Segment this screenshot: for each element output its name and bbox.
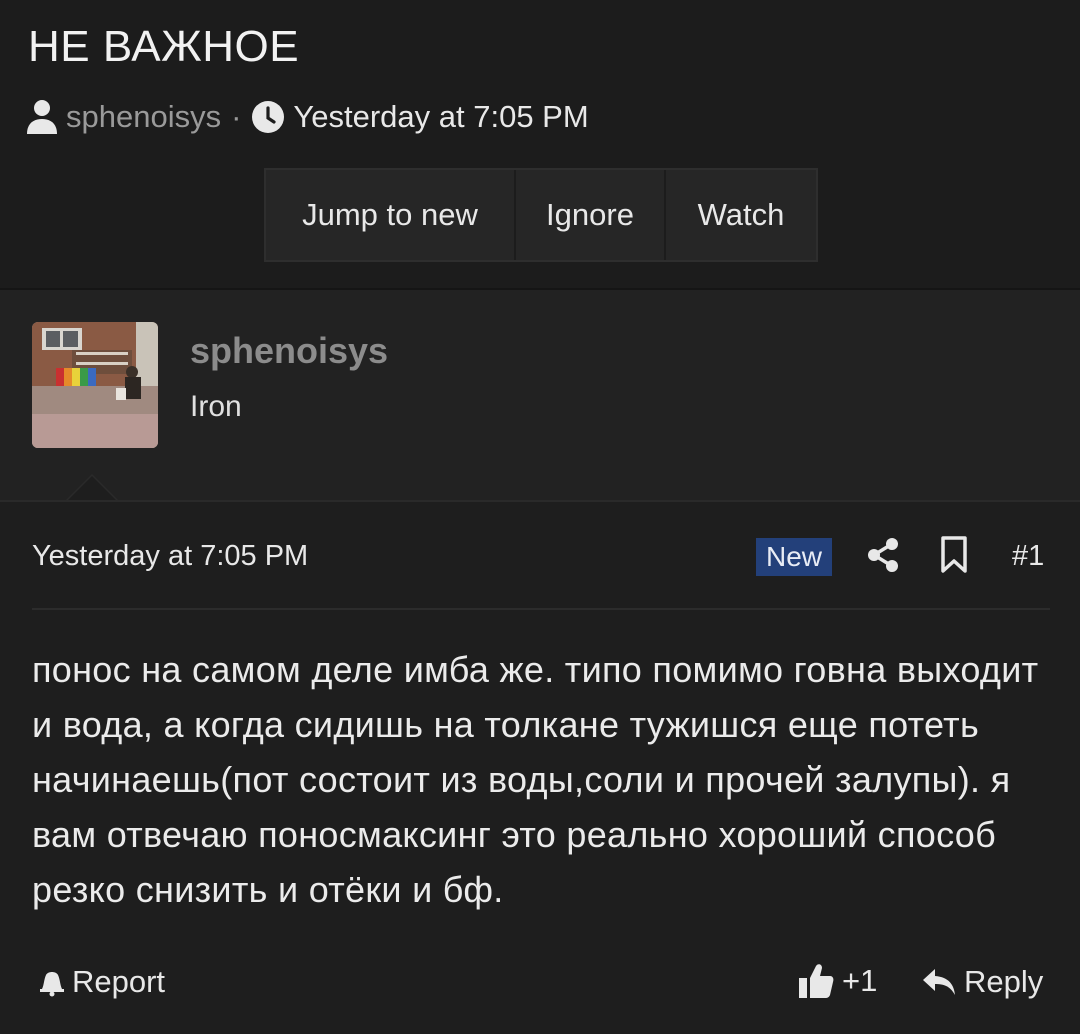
- post-author-block: sphenoisys Iron: [0, 290, 1080, 502]
- like-button[interactable]: +1: [798, 962, 877, 1000]
- share-icon[interactable]: [866, 536, 900, 574]
- thumbs-up-icon: [799, 964, 834, 998]
- bookmark-icon[interactable]: [940, 536, 968, 574]
- reply-label: Reply: [964, 964, 1044, 999]
- report-label: Report: [72, 964, 166, 999]
- thread-author-link[interactable]: sphenoisys: [66, 99, 221, 135]
- user-icon: [27, 100, 57, 134]
- watch-button[interactable]: Watch: [666, 170, 816, 260]
- report-button[interactable]: Report: [38, 964, 165, 1000]
- post-number-link[interactable]: #1: [1012, 540, 1044, 573]
- new-badge: New: [756, 538, 833, 576]
- thread-page: НЕ ВАЖНОЕ sphenoisys · Yesterday at 7:05…: [0, 0, 1080, 1034]
- message-arrow: [64, 474, 120, 502]
- meta-separator: ·: [231, 99, 242, 134]
- ignore-button[interactable]: Ignore: [516, 170, 666, 260]
- like-count: +1: [842, 963, 878, 998]
- reply-button[interactable]: Reply: [922, 964, 1043, 1000]
- thread-action-buttons: Jump to new Ignore Watch: [264, 168, 818, 262]
- warning-icon: [40, 972, 64, 997]
- post-date-link[interactable]: Yesterday at 7:05 PM: [32, 540, 308, 573]
- avatar[interactable]: [32, 322, 158, 448]
- post-body: понос на самом деле имба же. типо помимо…: [32, 649, 1039, 910]
- post-author-name[interactable]: sphenoisys: [190, 330, 388, 372]
- post-author-title: Iron: [190, 390, 242, 423]
- clock-icon: [252, 101, 285, 133]
- thread-meta: sphenoisys · Yesterday at 7:05 PM: [26, 96, 589, 138]
- thread-title: НЕ ВАЖНОЕ: [28, 22, 300, 71]
- thread-date-link[interactable]: Yesterday at 7:05 PM: [293, 99, 588, 135]
- thread-header: НЕ ВАЖНОЕ sphenoisys · Yesterday at 7:05…: [0, 0, 1080, 290]
- post-footer: Report +1 Reply: [0, 958, 1080, 1018]
- reply-icon: [923, 969, 955, 995]
- post-header-divider: [32, 608, 1050, 610]
- post: Yesterday at 7:05 PM New #1 понос на сам…: [0, 500, 1080, 1034]
- jump-to-new-button[interactable]: Jump to new: [266, 170, 516, 260]
